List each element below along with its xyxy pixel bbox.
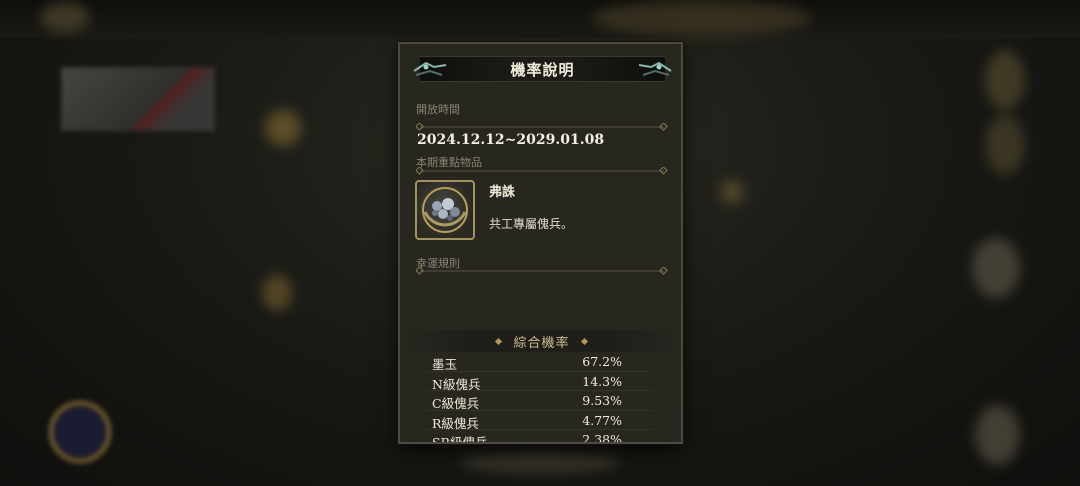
open-time-label: 開放時間: [416, 103, 460, 116]
rate-row: N級傀兵 14.3%: [426, 372, 652, 392]
background-thumbnail: [60, 66, 216, 132]
rate-row: C級傀兵 9.53%: [426, 391, 652, 411]
ornament-icon: [413, 61, 447, 76]
featured-item-name: 弗誅: [489, 185, 516, 200]
mechanical-puppet-icon[interactable]: [415, 180, 475, 240]
diamond-icon: [580, 337, 588, 345]
featured-item-art: [422, 187, 468, 233]
diamond-icon: [495, 337, 503, 345]
rate-table[interactable]: 墨玉 67.2% N級傀兵 14.3% C級傀兵 9.53% R級傀兵 4.77…: [426, 352, 652, 444]
section-divider: [416, 267, 668, 275]
rate-item-value: 2.38%: [582, 432, 622, 444]
background-circle-icon: [48, 400, 112, 464]
event-date-range: 2024.12.12~2029.01.08: [417, 132, 605, 148]
rate-item-name: R級傀兵: [432, 415, 479, 431]
rate-item-name: N級傀兵: [432, 376, 481, 392]
rate-section-title: 綜合機率: [513, 335, 570, 351]
background-top-bar: [0, 0, 1080, 38]
featured-item-description: 共工專屬傀兵。: [489, 217, 574, 231]
rate-item-name: 墨玉: [432, 357, 458, 372]
section-divider: [416, 123, 668, 131]
rate-item-value: 4.77%: [582, 412, 622, 428]
modal-title: 機率說明: [510, 60, 575, 79]
rate-item-name: C級傀兵: [432, 396, 480, 412]
rate-item-value: 9.53%: [582, 393, 622, 409]
rate-item-value: 67.2%: [582, 354, 622, 369]
modal-header: 機率說明: [413, 56, 672, 82]
ornament-icon: [638, 61, 672, 76]
rate-item-value: 14.3%: [582, 373, 622, 389]
rate-section-header: 綜合機率: [402, 330, 681, 352]
section-divider: [416, 167, 668, 175]
rate-row: R級傀兵 4.77%: [426, 411, 652, 431]
rate-row: SR級傀兵 2.38%: [426, 430, 652, 444]
rate-row: 墨玉 67.2%: [426, 352, 652, 372]
rate-item-name: SR級傀兵: [432, 435, 488, 444]
probability-modal: 機率說明 開放時間 2024.12.12~2029.01.08 本期重點物品 弗: [398, 42, 683, 444]
